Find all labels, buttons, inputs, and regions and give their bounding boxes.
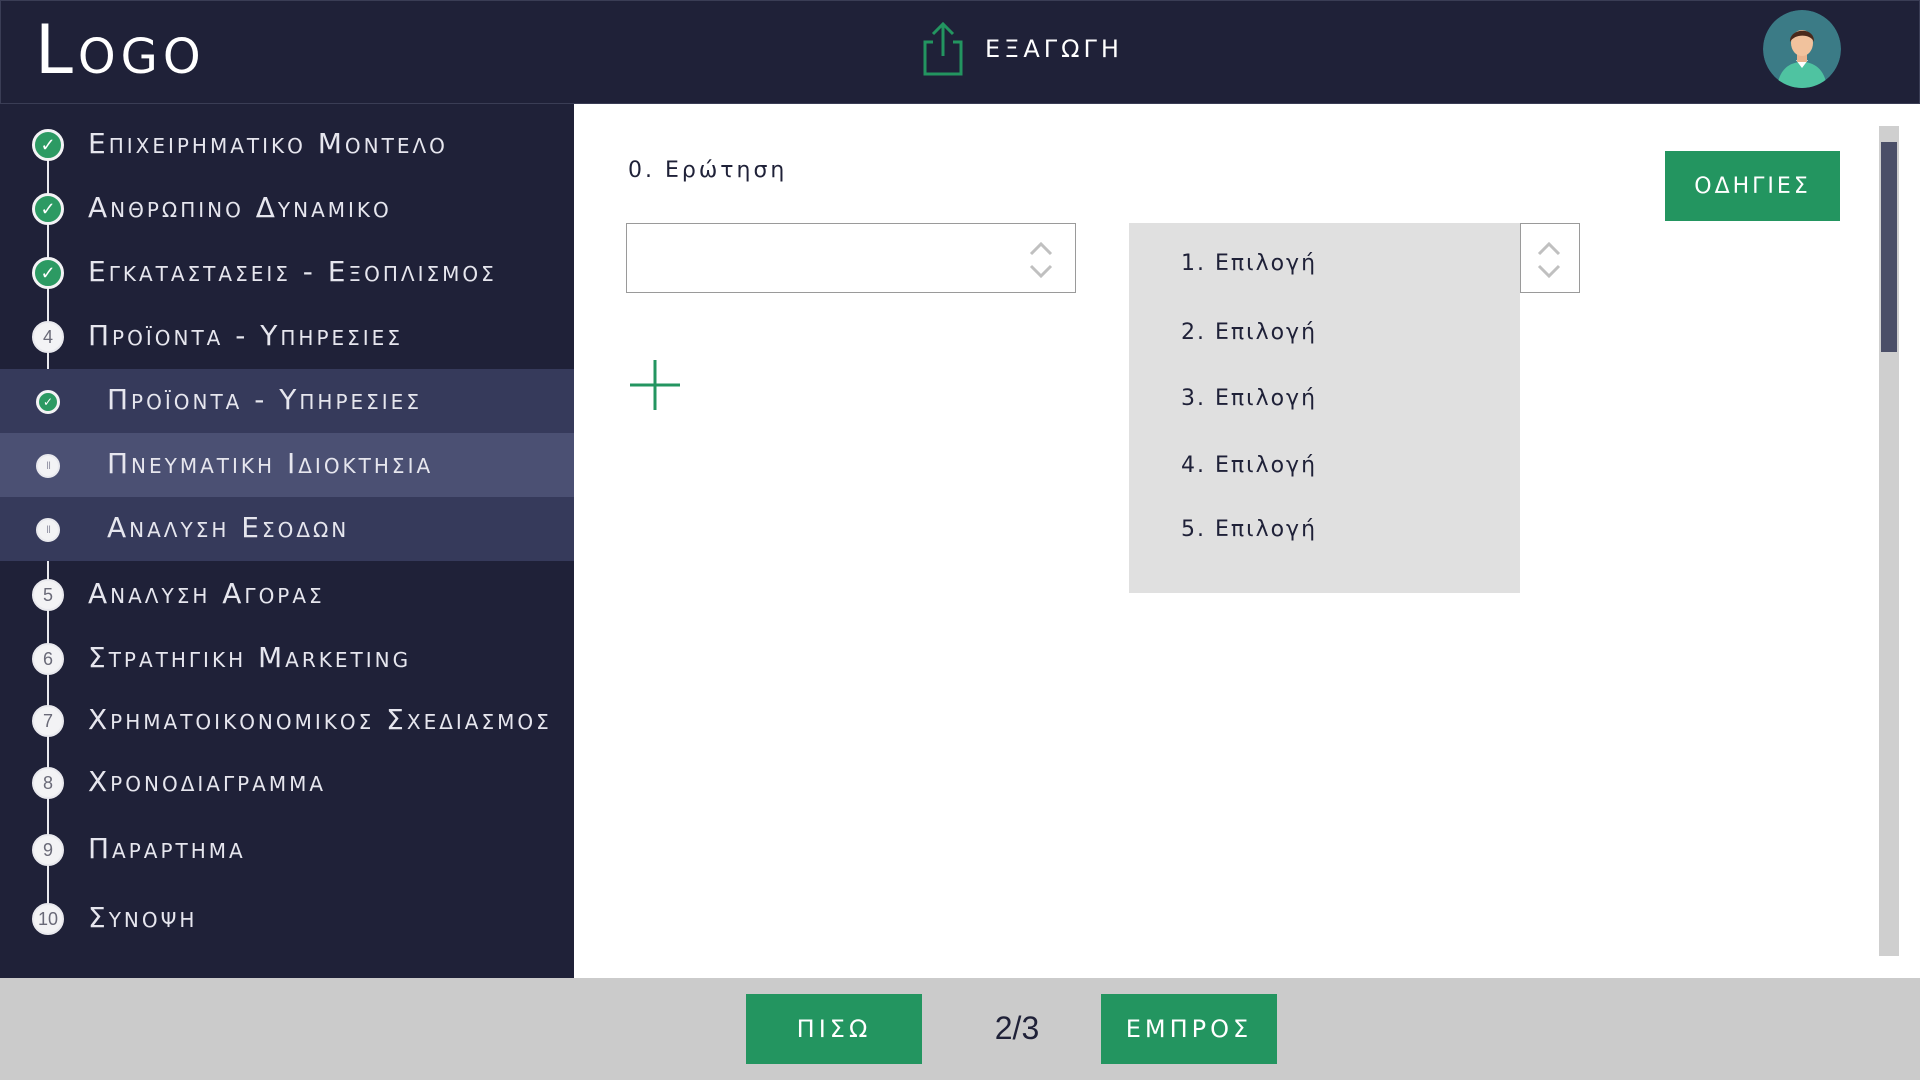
answer-select[interactable] — [626, 223, 1076, 293]
pause-icon: II — [36, 454, 60, 478]
sidebar-item-market-analysis[interactable]: 5 Αναλυση Αγορας — [0, 563, 574, 627]
sidebar-nav: ✓ Επιχειρηματικο Μοντελο ✓ Ανθρωπινο Δυν… — [0, 104, 574, 978]
check-icon: ✓ — [36, 390, 60, 414]
dropdown-option[interactable]: 3. Επιλογή — [1129, 372, 1520, 428]
sidebar-item-label: Χρηματοικονομικος Σχεδιασμος — [88, 703, 552, 736]
sidebar-item-label: Στρατηγικη Marketing — [88, 641, 412, 674]
instructions-button[interactable]: ΟΔΗΓΙΕΣ — [1665, 151, 1840, 221]
footer-bar: ΠΙΣΩ 2/3 ΕΜΠΡΟΣ — [0, 978, 1920, 1080]
sidebar-item-label: Προϊοντα - Υπηρεσιες — [107, 383, 422, 416]
app-logo[interactable]: Logo — [35, 15, 206, 87]
sidebar-item-label: Συνοψη — [88, 901, 198, 934]
sidebar-item-label: Αναλυση Αγορας — [88, 577, 325, 610]
step-number-badge: 6 — [32, 643, 64, 675]
option-select[interactable] — [1520, 223, 1580, 293]
sidebar-item-label: Επιχειρηματικο Μοντελο — [88, 127, 448, 160]
sidebar-item-marketing-strategy[interactable]: 6 Στρατηγικη Marketing — [0, 627, 574, 691]
sidebar-item-facilities-equipment[interactable]: ✓ Εγκαταστασεις - Εξοπλισμος — [0, 241, 574, 305]
options-dropdown: 1. Επιλογή 2. Επιλογή 3. Επιλογή 4. Επιλ… — [1129, 223, 1520, 593]
plus-icon[interactable] — [628, 358, 682, 412]
step-number-badge: 9 — [32, 834, 64, 866]
check-icon: ✓ — [32, 193, 64, 225]
page-indicator: 2/3 — [994, 1010, 1040, 1046]
sidebar-item-appendix[interactable]: 9 Παραρτημα — [0, 818, 574, 882]
top-header: Logo ΕΞΑΓΩΓΗ — [0, 0, 1920, 104]
next-button[interactable]: ΕΜΠΡΟΣ — [1101, 994, 1277, 1064]
user-avatar-icon[interactable] — [1763, 10, 1841, 88]
sidebar-item-label: Χρονοδιαγραμμα — [88, 765, 327, 798]
check-icon: ✓ — [32, 129, 64, 161]
sidebar-subitem-intellectual-property[interactable]: II Πνευματικη Ιδιοκτησια — [0, 433, 574, 497]
sidebar-item-products-services[interactable]: 4 Προϊοντα - Υπηρεσιες — [0, 305, 574, 369]
sidebar-item-label: Ανθρωπινο Δυναμικο — [88, 191, 392, 224]
sidebar-item-label: Παραρτημα — [88, 832, 246, 865]
pause-icon: II — [36, 518, 60, 542]
sidebar-item-business-model[interactable]: ✓ Επιχειρηματικο Μοντελο — [0, 113, 574, 177]
sidebar-item-label: Προϊοντα - Υπηρεσιες — [88, 319, 403, 352]
question-label: 0. Ερώτηση — [628, 158, 788, 183]
scrollbar-thumb[interactable] — [1881, 142, 1897, 352]
dropdown-option[interactable]: 1. Επιλογή — [1129, 237, 1520, 293]
sidebar-item-timeline[interactable]: 8 Χρονοδιαγραμμα — [0, 751, 574, 815]
sidebar-item-label: Αναλυση Εσοδων — [107, 511, 350, 544]
dropdown-option[interactable]: 4. Επιλογή — [1129, 439, 1520, 495]
option-label: 4. Επιλογή — [1181, 453, 1318, 478]
sidebar-item-label: Εγκαταστασεις - Εξοπλισμος — [88, 255, 497, 288]
chevron-up-down-icon — [1535, 238, 1563, 282]
sidebar-item-label: Πνευματικη Ιδιοκτησια — [107, 447, 434, 480]
check-icon: ✓ — [32, 257, 64, 289]
share-upload-icon — [919, 20, 967, 78]
dropdown-option[interactable]: 5. Επιλογή — [1129, 503, 1520, 559]
sidebar-subitem-products-services[interactable]: ✓ Προϊοντα - Υπηρεσιες — [0, 369, 574, 433]
step-number-badge: 8 — [32, 767, 64, 799]
step-number-badge: 5 — [32, 579, 64, 611]
back-button[interactable]: ΠΙΣΩ — [746, 994, 922, 1064]
sidebar-subitem-revenue-analysis[interactable]: II Αναλυση Εσοδων — [0, 497, 574, 561]
step-number-badge: 7 — [32, 705, 64, 737]
option-label: 3. Επιλογή — [1181, 386, 1318, 411]
option-label: 1. Επιλογή — [1181, 251, 1318, 276]
chevron-up-down-icon — [1027, 238, 1055, 282]
sidebar-item-summary[interactable]: 10 Συνοψη — [0, 887, 574, 951]
option-label: 2. Επιλογή — [1181, 320, 1318, 345]
sidebar-item-financial-planning[interactable]: 7 Χρηματοικονομικος Σχεδιασμος — [0, 689, 574, 753]
export-button[interactable]: ΕΞΑΓΩΓΗ — [919, 19, 1123, 79]
main-content: 0. Ερώτηση 1. Επιλογή 2. Επιλογή 3. Επιλ… — [574, 104, 1920, 978]
step-number-badge: 4 — [32, 321, 64, 353]
option-label: 5. Επιλογή — [1181, 517, 1318, 542]
export-label: ΕΞΑΓΩΓΗ — [985, 35, 1123, 63]
step-number-badge: 10 — [32, 903, 64, 935]
sidebar-item-human-resources[interactable]: ✓ Ανθρωπινο Δυναμικο — [0, 177, 574, 241]
dropdown-option[interactable]: 2. Επιλογή — [1129, 306, 1520, 362]
